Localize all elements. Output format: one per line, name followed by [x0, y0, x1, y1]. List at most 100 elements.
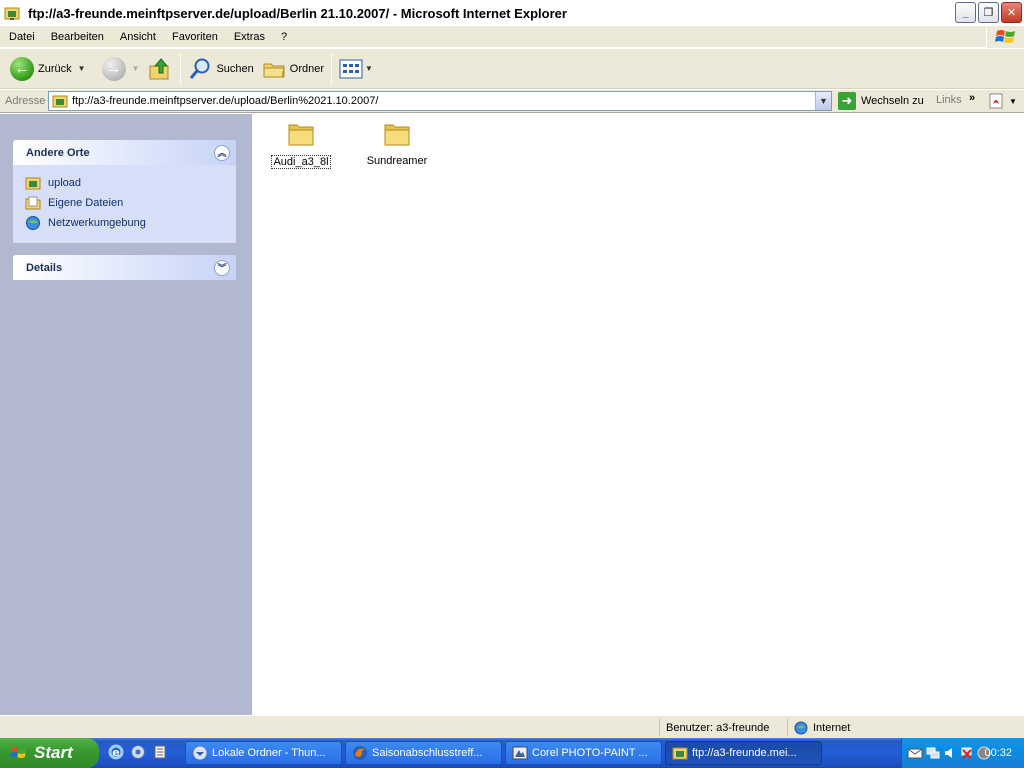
globe-icon — [794, 721, 808, 734]
pdf-tool-button[interactable]: ▼ — [988, 92, 1017, 110]
menu-help[interactable]: ? — [273, 26, 295, 48]
task-corel[interactable]: Corel PHOTO-PAINT ... — [505, 741, 662, 765]
back-dropdown-icon[interactable]: ▼ — [78, 64, 86, 73]
up-folder-button[interactable] — [143, 52, 177, 86]
up-folder-icon — [149, 57, 169, 79]
system-tray: 00:32 — [901, 738, 1024, 768]
sidebar-item-my-documents[interactable]: Eigene Dateien — [25, 193, 224, 213]
firefox-icon — [353, 746, 367, 760]
task-label: Saisonabschlusstreff... — [372, 747, 483, 759]
search-label: Suchen — [216, 62, 254, 75]
go-arrow-icon: ➜ — [838, 92, 856, 110]
status-user: Benutzer: a3-freunde — [659, 719, 785, 736]
views-dropdown-icon: ▼ — [365, 64, 373, 73]
forward-arrow-icon: → — [101, 56, 126, 81]
panel-details: Details ︾ — [13, 255, 236, 280]
network-disconnected-icon[interactable] — [960, 746, 974, 760]
pdf-icon — [989, 93, 1003, 109]
views-icon — [339, 59, 363, 78]
menu-bearbeiten[interactable]: Bearbeiten — [43, 26, 112, 48]
panel-details-title: Details — [26, 261, 63, 274]
address-input[interactable]: ftp://a3-freunde.meinftpserver.de/upload… — [48, 91, 832, 111]
back-button[interactable]: ← Zurück ▼ — [6, 52, 90, 86]
task-label: ftp://a3-freunde.mei... — [692, 747, 797, 759]
sidebar-item-label: Netzwerkumgebung — [48, 217, 146, 229]
menu-favoriten[interactable]: Favoriten — [164, 26, 226, 48]
go-button[interactable]: ➜ Wechseln zu — [838, 92, 924, 110]
address-dropdown-button[interactable]: ▼ — [815, 92, 831, 110]
folder-icon — [288, 124, 314, 146]
panel-details-header[interactable]: Details ︾ — [13, 255, 236, 280]
search-button[interactable]: Suchen — [184, 52, 257, 86]
expand-icon[interactable]: ︾ — [214, 259, 230, 276]
menu-extras[interactable]: Extras — [226, 26, 273, 48]
title-bar[interactable]: ftp://a3-freunde.meinftpserver.de/upload… — [0, 0, 1024, 26]
clock[interactable]: 00:32 — [984, 747, 1012, 759]
address-label: Adresse — [5, 95, 46, 107]
folder-item[interactable]: Audi_a3_8l — [263, 120, 339, 169]
toolbar: ← Zurück ▼ → ▼ Suchen Ordner ▼ — [0, 49, 1024, 89]
task-thunderbird[interactable]: Lokale Ordner - Thun... — [185, 741, 342, 765]
folders-label: Ordner — [289, 62, 325, 75]
ftp-folder-icon — [672, 747, 688, 760]
ie-icon[interactable]: e — [108, 744, 124, 760]
address-value: ftp://a3-freunde.meinftpserver.de/upload… — [72, 95, 379, 107]
network-tray-icon[interactable] — [926, 746, 940, 760]
sidebar-item-label: upload — [48, 177, 82, 189]
start-button[interactable]: Start — [0, 738, 99, 768]
task-ftp-explorer[interactable]: ftp://a3-freunde.mei... — [665, 741, 822, 765]
show-desktop-icon[interactable] — [152, 744, 168, 760]
toolbar-separator — [331, 53, 333, 84]
folder-label: Audi_a3_8l — [271, 155, 331, 169]
start-label: Start — [34, 743, 73, 762]
task-label: Lokale Ordner - Thun... — [212, 747, 326, 759]
volume-icon[interactable] — [943, 746, 957, 760]
corel-icon — [512, 746, 528, 760]
links-label[interactable]: Links — [936, 94, 962, 106]
menu-bar: Datei Bearbeiten Ansicht Favoriten Extra… — [0, 26, 1024, 48]
back-label: Zurück — [38, 62, 72, 75]
sidebar-item-upload[interactable]: upload — [25, 173, 224, 193]
task-label: Corel PHOTO-PAINT ... — [532, 747, 648, 759]
status-bar: Benutzer: a3-freunde Internet — [0, 715, 1024, 738]
svg-text:e: e — [112, 746, 119, 759]
minimize-button[interactable]: _ — [955, 2, 976, 23]
mail-icon[interactable] — [907, 745, 923, 761]
my-documents-icon — [25, 196, 41, 210]
file-list[interactable]: Audi_a3_8l Sundreamer — [252, 114, 1024, 715]
panel-other-places-header[interactable]: Andere Orte ︽ — [13, 140, 236, 165]
window-title: ftp://a3-freunde.meinftpserver.de/upload… — [28, 5, 567, 21]
address-bar: Adresse ftp://a3-freunde.meinftpserver.d… — [0, 90, 1024, 113]
quick-launch: e — [108, 744, 168, 760]
network-icon — [26, 216, 40, 230]
folder-item[interactable]: Sundreamer — [359, 120, 435, 167]
folder-label: Sundreamer — [366, 155, 428, 167]
go-label: Wechseln zu — [861, 95, 924, 107]
windows-logo-icon — [10, 747, 27, 758]
sidebar-item-network[interactable]: Netzwerkumgebung — [25, 213, 224, 233]
status-zone: Internet — [787, 719, 1024, 736]
menu-ansicht[interactable]: Ansicht — [112, 26, 164, 48]
restore-button[interactable]: ❐ — [978, 2, 999, 23]
folders-button[interactable]: Ordner — [258, 52, 328, 86]
views-button[interactable]: ▼ — [335, 52, 377, 86]
task-firefox[interactable]: Saisonabschlusstreff... — [345, 741, 502, 765]
task-pane: Andere Orte ︽ upload Eigene Dateien Netz… — [0, 114, 252, 715]
forward-button[interactable]: → ▼ — [98, 52, 144, 86]
status-zone-text: Internet — [813, 721, 851, 734]
links-chevron-icon[interactable]: » — [969, 92, 975, 104]
toolbar-separator — [180, 53, 182, 84]
folders-icon — [263, 63, 285, 77]
forward-dropdown-icon[interactable]: ▼ — [132, 64, 140, 73]
panel-other-places: Andere Orte ︽ upload Eigene Dateien Netz… — [13, 140, 236, 243]
windows-logo-icon — [986, 26, 1024, 48]
close-button[interactable]: ✕ — [1001, 2, 1022, 23]
menu-datei[interactable]: Datei — [0, 26, 43, 48]
back-arrow-icon: ← — [10, 56, 34, 81]
ftp-folder-icon — [4, 7, 20, 20]
thunderbird-icon — [192, 745, 208, 761]
taskbar: Start e Lokale Ordner - Thun... Saisonab… — [0, 738, 1024, 768]
collapse-icon[interactable]: ︽ — [214, 144, 230, 161]
panel-other-places-title: Andere Orte — [26, 146, 90, 159]
media-player-icon[interactable] — [130, 744, 146, 760]
